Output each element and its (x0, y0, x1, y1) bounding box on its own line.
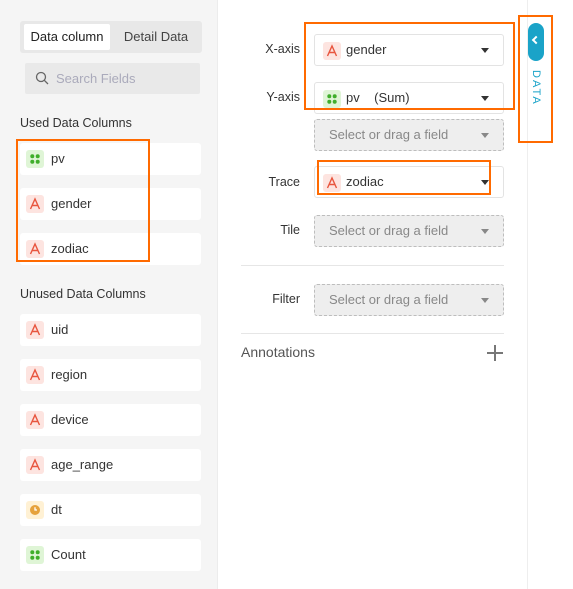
placeholder-text: Select or drag a field (329, 292, 449, 307)
fields-panel: Data column Detail Data Used Data Column… (0, 0, 217, 589)
y-axis-value: pv (Sum) (346, 90, 410, 105)
y-axis-label: Y-axis (266, 90, 300, 104)
field-name: pv (51, 151, 65, 166)
clock-icon (26, 501, 44, 519)
search-box (25, 63, 200, 94)
search-icon (35, 71, 49, 88)
tab-detail-data[interactable]: Detail Data (112, 24, 200, 50)
field-item-region[interactable]: region (20, 359, 201, 391)
trace-value: zodiac (346, 174, 384, 189)
letter-a-icon (26, 411, 44, 429)
chevron-down-icon (481, 48, 489, 53)
chevron-down-icon (481, 229, 489, 234)
four-dots-icon (26, 546, 44, 564)
field-name: age_range (51, 457, 114, 472)
annotations-title: Annotations (241, 344, 315, 360)
placeholder-text: Select or drag a field (329, 127, 449, 142)
field-name: uid (51, 322, 69, 337)
panel-divider (217, 0, 218, 589)
field-item-pv[interactable]: pv (20, 143, 201, 175)
field-name: zodiac (51, 241, 89, 256)
letter-a-icon (26, 195, 44, 213)
tab-data-column[interactable]: Data column (24, 24, 110, 50)
field-item-uid[interactable]: uid (20, 314, 201, 346)
chevron-left-icon (531, 35, 541, 45)
x-axis-select[interactable]: gender (314, 34, 504, 66)
collapse-data-panel-button[interactable] (528, 23, 544, 61)
letter-a-icon (26, 456, 44, 474)
filter-label: Filter (272, 292, 300, 306)
x-axis-value: gender (346, 42, 387, 57)
chevron-down-icon (481, 133, 489, 138)
field-item-zodiac[interactable]: zodiac (20, 233, 201, 265)
field-name: region (51, 367, 88, 382)
field-name: Count (51, 547, 86, 562)
filter-select[interactable]: Select or drag a field (314, 284, 504, 316)
field-name: device (51, 412, 89, 427)
chevron-down-icon (481, 96, 489, 101)
letter-a-icon (26, 321, 44, 339)
field-item-count[interactable]: Count (20, 539, 201, 571)
chevron-down-icon (481, 298, 489, 303)
letter-a-icon (26, 240, 44, 258)
field-name: gender (51, 196, 92, 211)
letter-a-icon (323, 42, 341, 60)
tile-select[interactable]: Select or drag a field (314, 215, 504, 247)
x-axis-label: X-axis (265, 42, 300, 56)
letter-a-icon (323, 174, 341, 192)
y-axis-add-field[interactable]: Select or drag a field (314, 119, 504, 151)
panel-tabs: Data column Detail Data (20, 21, 202, 53)
search-input[interactable] (56, 63, 196, 94)
used-columns-title: Used Data Columns (20, 116, 132, 130)
field-name: dt (51, 502, 62, 517)
four-dots-icon (26, 150, 44, 168)
field-item-age-range[interactable]: age_range (20, 449, 201, 481)
unused-columns-title: Unused Data Columns (20, 287, 146, 301)
y-axis-select[interactable]: pv (Sum) (314, 82, 504, 114)
data-side-tab-label[interactable]: DATA (530, 70, 542, 106)
trace-select[interactable]: zodiac (314, 166, 504, 198)
divider (241, 333, 504, 334)
chevron-down-icon (481, 180, 489, 185)
letter-a-icon (26, 366, 44, 384)
field-item-dt[interactable]: dt (20, 494, 201, 526)
four-dots-icon (323, 90, 341, 108)
field-item-device[interactable]: device (20, 404, 201, 436)
trace-label: Trace (268, 175, 301, 189)
field-item-gender[interactable]: gender (20, 188, 201, 220)
tile-label: Tile (280, 223, 300, 237)
placeholder-text: Select or drag a field (329, 223, 449, 238)
add-annotation-plus-icon[interactable] (487, 345, 503, 361)
divider (241, 265, 504, 266)
